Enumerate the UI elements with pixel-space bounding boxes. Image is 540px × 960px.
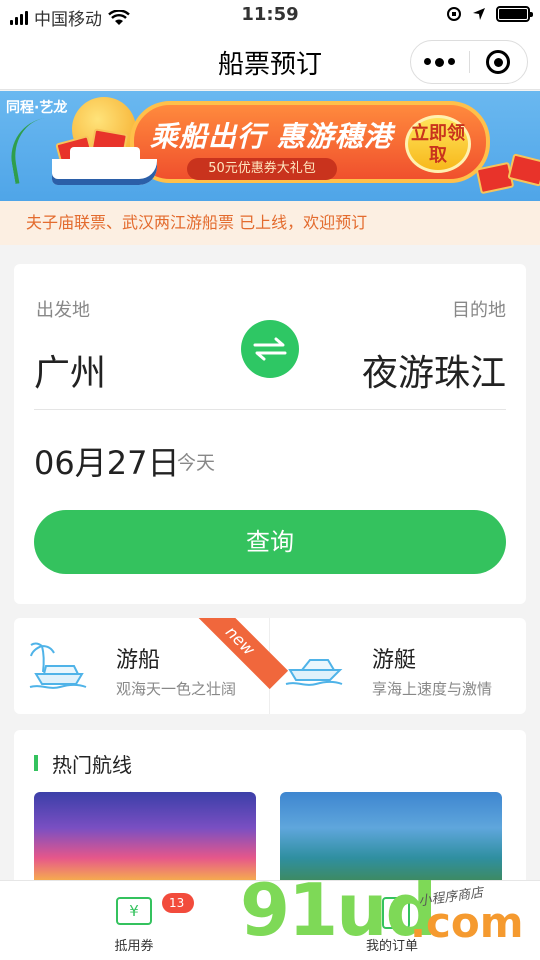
category-title: 游船: [116, 648, 161, 673]
category-yacht[interactable]: 游艇 享海上速度与激情: [270, 618, 526, 714]
date-note: 今天: [177, 452, 216, 474]
ticket-icon: ¥: [116, 897, 152, 925]
yacht-icon: [285, 659, 343, 686]
category-subtitle: 观海天一色之壮阔: [116, 680, 237, 698]
battery-icon: [496, 6, 533, 22]
section-title: 热门航线: [52, 753, 132, 777]
close-program-button[interactable]: [469, 50, 527, 74]
claim-now-button[interactable]: 立即领取: [405, 115, 471, 173]
category-cruise[interactable]: 游船 观海天一色之壮阔 new: [14, 618, 289, 714]
swap-button[interactable]: [241, 320, 299, 378]
departure-label: 出发地: [36, 300, 90, 321]
category-card: 游船 观海天一色之壮阔 new 游艇 享海上速度与激情: [14, 618, 526, 714]
notice-bar[interactable]: 夫子庙联票、武汉两江游船票 已上线，欢迎预订: [0, 201, 540, 245]
nav-bar: 船票预订: [0, 30, 540, 90]
banner-headline: 乘船出行 惠游穗港: [150, 120, 393, 153]
tab-label: 抵用券: [114, 939, 154, 954]
more-menu-icon[interactable]: [411, 57, 469, 67]
section-accent-bar: [34, 755, 38, 771]
rotation-lock-icon: [447, 7, 461, 21]
cruise-ship-icon: [52, 159, 157, 185]
brand-logo: 同程·艺龙: [6, 100, 68, 116]
search-button[interactable]: 查询: [34, 510, 506, 574]
divider: [34, 409, 506, 410]
tab-label: 我的订单: [365, 939, 418, 954]
coupon-count-badge: 13张: [162, 893, 194, 930]
tab-bar: ¥ 13张 抵用券 我的订单: [0, 880, 540, 960]
promo-banner[interactable]: 同程·艺龙 乘船出行 惠游穗港 50元优惠券大礼包 立即领取: [0, 91, 540, 201]
location-icon: [473, 8, 485, 20]
tab-orders[interactable]: 我的订单: [332, 881, 452, 960]
category-subtitle: 享海上速度与激情: [372, 680, 493, 698]
status-right: [446, 6, 533, 22]
destination-city[interactable]: 夜游珠江: [362, 344, 506, 396]
coupon-pack-label: 50元优惠券大礼包: [187, 158, 337, 180]
mini-program-capsule: [410, 40, 528, 84]
search-card: 出发地 目的地 广州 夜游珠江 06月27日 今天 查询: [14, 264, 526, 604]
cruise-ship-icon: [29, 642, 87, 689]
category-title: 游艇: [372, 648, 417, 673]
departure-city[interactable]: 广州: [34, 344, 106, 396]
swap-arrows-icon: [253, 337, 287, 361]
order-list-icon: [382, 897, 410, 929]
seaweed-decoration: [5, 117, 55, 185]
destination-label: 目的地: [452, 300, 506, 321]
status-bar: 中国移动 11:59: [0, 0, 540, 30]
tab-coupons[interactable]: ¥ 13张 抵用券: [74, 881, 194, 960]
target-icon: [486, 50, 511, 74]
departure-date[interactable]: 06月27日: [34, 438, 179, 484]
